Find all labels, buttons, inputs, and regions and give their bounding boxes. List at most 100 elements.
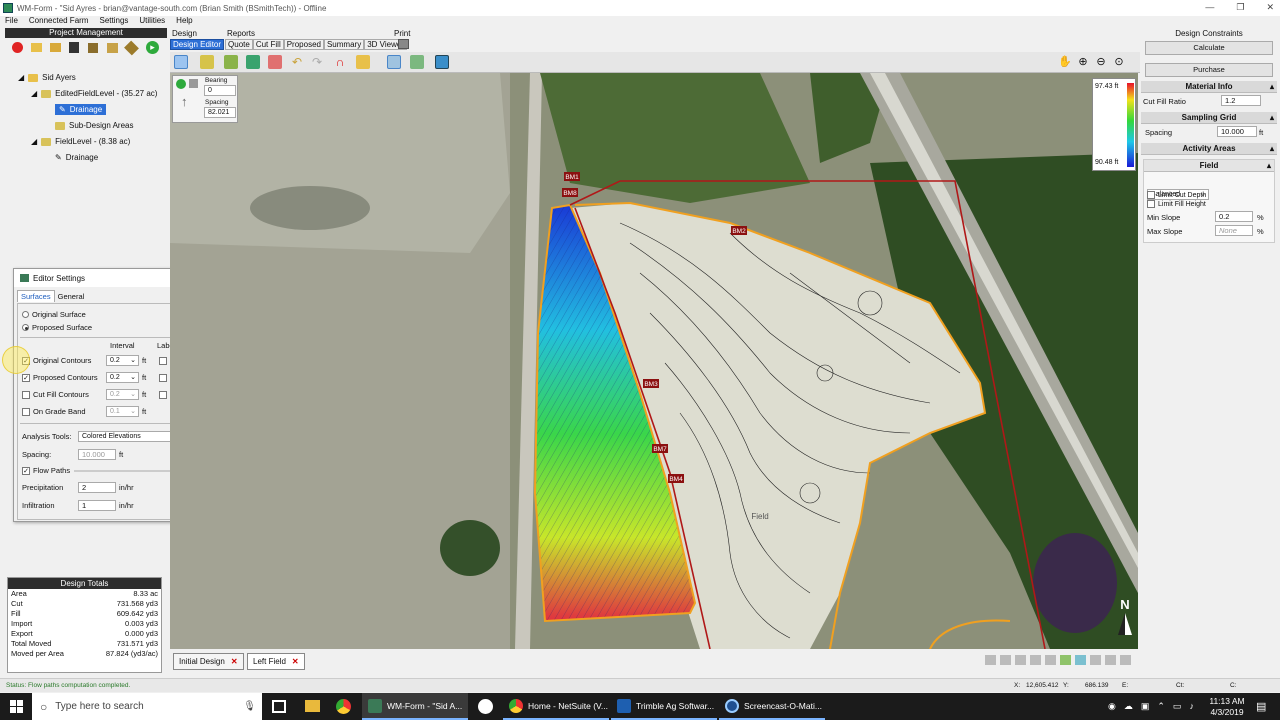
view-flow-icon[interactable] [1045, 655, 1056, 665]
task-wm-form[interactable]: WM-Form - "Sid A... [362, 693, 468, 720]
radio-original-surface[interactable]: Original Surface [22, 310, 86, 319]
task-screencast[interactable]: Screencast-O-Mati... [719, 693, 825, 720]
tab-quote[interactable]: Quote [225, 39, 253, 50]
proposed-contours-label-checkbox[interactable] [159, 373, 168, 382]
delete-icon[interactable] [12, 42, 23, 53]
map-view[interactable]: BM1 BM8 BM2 BM3 BM7 BM4 Field N ↑ Bearin… [170, 73, 1138, 649]
bearing-input[interactable]: 0 [204, 85, 236, 96]
network-icon[interactable]: ▭ [1173, 701, 1182, 712]
redo-icon[interactable]: ↷ [310, 55, 324, 69]
refresh-icon[interactable] [176, 79, 186, 89]
maximize-icon[interactable]: ❐ [1236, 2, 1244, 13]
tab-design-editor[interactable]: Design Editor [170, 39, 225, 50]
tab-initial-design[interactable]: Initial Design ✕ [173, 653, 244, 670]
original-contours-label-checkbox[interactable] [159, 356, 168, 365]
menu-help[interactable]: Help [176, 16, 192, 27]
marker-bm8[interactable]: BM8 [563, 190, 577, 197]
tree-node-field-level[interactable]: ◢ FieldLevel - (8.38 ac) [31, 137, 130, 146]
bucket-tool-icon[interactable] [410, 55, 424, 69]
users-icon[interactable] [107, 43, 118, 53]
undo-icon[interactable]: ↶ [290, 55, 304, 69]
infiltration-input[interactable]: 1 [78, 500, 116, 511]
tab-left-field[interactable]: Left Field ✕ [247, 653, 305, 670]
calculate-button[interactable]: Calculate [1145, 41, 1273, 55]
marker-bm7[interactable]: BM7 [653, 446, 667, 453]
tree-node-sub-design-areas[interactable]: Sub-Design Areas [55, 121, 133, 130]
export-icon[interactable] [124, 40, 139, 56]
task-view-icon[interactable] [272, 700, 286, 713]
tree-node-sid-ayers[interactable]: ◢ Sid Ayers [18, 73, 76, 82]
menu-file[interactable]: File [5, 16, 18, 27]
activity-areas-header[interactable]: Activity Areas ▴ [1141, 143, 1277, 155]
open-folder-icon[interactable] [31, 43, 42, 52]
erase-tool-icon[interactable] [268, 55, 282, 69]
marker-bm2[interactable]: BM2 [732, 228, 746, 235]
clock-time[interactable]: 11:13 AM [1207, 696, 1247, 706]
on-grade-band-interval[interactable]: 0.1 ⌄ [106, 406, 139, 417]
grid-spacing-input[interactable]: 10.000 [1217, 126, 1257, 137]
zoom-out-icon[interactable]: ⊖ [1094, 55, 1108, 69]
notifications-icon[interactable]: ▤ [1256, 700, 1266, 713]
surface-tool-icon[interactable] [387, 55, 401, 69]
view-edit-icon[interactable] [1030, 655, 1041, 665]
view-layers-icon[interactable] [1000, 655, 1011, 665]
on-grade-band-checkbox[interactable] [22, 407, 30, 416]
print-icon[interactable] [398, 39, 409, 49]
view-image-icon[interactable] [1075, 655, 1086, 665]
app-icon[interactable] [478, 699, 493, 714]
volume-icon[interactable]: ♪ [1189, 701, 1194, 712]
zoom-in-icon[interactable]: ⊕ [1076, 55, 1090, 69]
view-settings-icon[interactable] [1120, 655, 1131, 665]
menu-utilities[interactable]: Utilities [139, 16, 165, 27]
marker-bm4[interactable]: BM4 [669, 476, 683, 483]
display-tool-icon[interactable] [435, 55, 449, 69]
radio-proposed-surface[interactable]: Proposed Surface [22, 323, 92, 332]
plane-tool-icon[interactable] [246, 55, 260, 69]
lock-icon[interactable] [189, 79, 198, 88]
spacing-input[interactable]: 10.000 [78, 449, 116, 460]
tray-icon[interactable]: ▣ [1141, 701, 1150, 712]
taskbar-search[interactable]: ○ Type here to search 🎙 [32, 693, 262, 720]
view-3d-icon[interactable] [1015, 655, 1026, 665]
tray-icon[interactable]: ⌃ [1157, 701, 1165, 712]
tree-node-drainage-selected[interactable]: ✎ Drainage [55, 104, 107, 115]
tab-proposed[interactable]: Proposed [283, 39, 324, 50]
view-print-icon[interactable] [1105, 655, 1116, 665]
max-slope-input[interactable]: None [1215, 225, 1253, 236]
close-icon[interactable]: ✕ [1266, 2, 1274, 13]
tab-summary[interactable]: Summary [323, 39, 365, 50]
proposed-contours-interval[interactable]: 0.2 ⌄ [106, 372, 139, 383]
precipitation-input[interactable]: 2 [78, 482, 116, 493]
tray-icon[interactable]: ◉ [1108, 701, 1116, 712]
close-tab-icon[interactable]: ✕ [231, 657, 238, 666]
proposed-contours-checkbox[interactable]: ✓ [22, 373, 30, 382]
new-folder-icon[interactable] [50, 43, 61, 52]
limit-fill-checkbox[interactable] [1147, 200, 1155, 208]
task-netsuite[interactable]: Home - NetSuite (V... [503, 693, 609, 720]
microphone-icon[interactable]: 🎙 [243, 701, 256, 712]
material-info-header[interactable]: Material Info ▴ [1141, 81, 1277, 93]
menu-settings[interactable]: Settings [99, 16, 128, 27]
tab-cut-fill[interactable]: Cut Fill [252, 39, 284, 50]
purchase-button[interactable]: Purchase [1145, 63, 1273, 77]
map-canvas[interactable]: BM1 BM8 BM2 BM3 BM7 BM4 Field N [170, 73, 1138, 649]
go-icon[interactable]: ▸ [146, 41, 159, 54]
tray-icon[interactable]: ☁ [1124, 701, 1133, 712]
magnet-icon[interactable]: ∩ [333, 55, 347, 69]
marker-bm1[interactable]: BM1 [565, 174, 579, 181]
cut-fill-ratio-input[interactable]: 1.2 [1221, 95, 1261, 106]
measure-tool-icon[interactable] [356, 55, 370, 69]
analysis-tools-select[interactable]: Colored Elevations⌄ [78, 431, 182, 442]
field-header[interactable]: Field ▴ [1144, 160, 1274, 172]
chrome-icon[interactable] [336, 699, 351, 714]
view-grid-icon[interactable] [985, 655, 996, 665]
select-tool-icon[interactable] [174, 55, 188, 69]
pencil-tool-icon[interactable] [200, 55, 214, 69]
cut-fill-contours-label-checkbox[interactable] [159, 390, 168, 399]
minimize-icon[interactable]: — [1205, 2, 1214, 13]
tree-node-drainage[interactable]: ✎ Drainage [55, 153, 98, 162]
menu-connected-farm[interactable]: Connected Farm [29, 16, 89, 27]
view-map-icon[interactable] [1060, 655, 1071, 665]
close-tab-icon[interactable]: ✕ [292, 657, 299, 666]
pan-icon[interactable]: ✋ [1058, 55, 1072, 69]
